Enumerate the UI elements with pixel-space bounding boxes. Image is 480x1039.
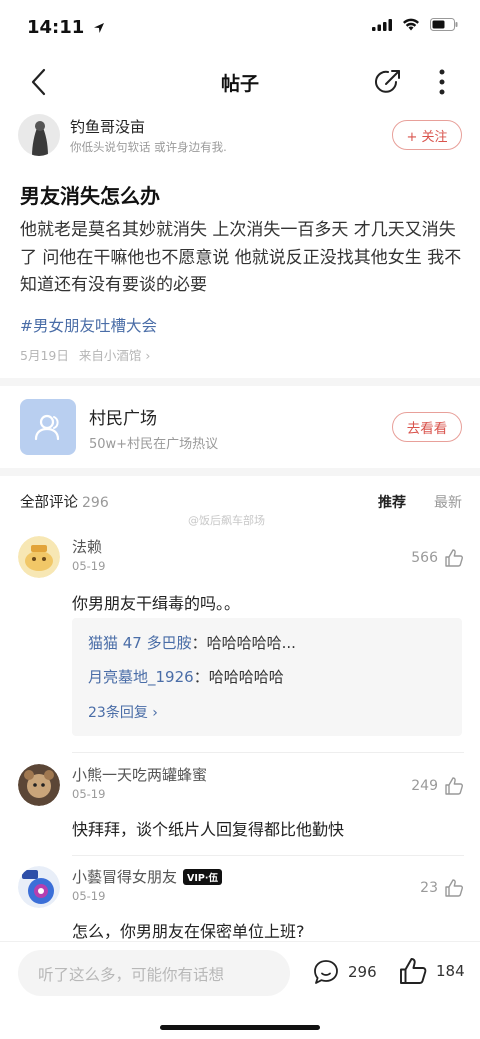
author-name[interactable]: 钓鱼哥没亩 <box>70 116 145 137</box>
commenter-name[interactable]: 小熊一天吃两罐蜂蜜 <box>72 764 207 785</box>
follow-button[interactable]: + 关注 <box>392 120 462 150</box>
status-bar: 14:11 <box>0 0 480 54</box>
post-author: 钓鱼哥没亩 你低头说句软话 或许身边有我. + 关注 <box>18 114 462 160</box>
nav-bar: 帖子 <box>0 54 480 110</box>
comment-divider <box>72 752 464 753</box>
comment-like-button[interactable]: 23 <box>420 878 464 898</box>
comment-text: 你男朋友干缉毒的吗。。 <box>72 594 241 613</box>
author-avatar-image <box>18 114 60 156</box>
comment-input-placeholder: 听了这么多，可能你有话想 <box>38 966 225 984</box>
like-button[interactable]: 184 <box>398 956 465 986</box>
section-divider <box>0 468 480 476</box>
watermark: @饭后飙车部场 <box>188 514 265 527</box>
status-time: 14:11 <box>27 17 105 38</box>
commenter-name-text: 法赖 <box>72 538 103 556</box>
comment-button[interactable]: 296 <box>312 958 377 986</box>
comment-input[interactable]: 听了这么多，可能你有话想 <box>18 950 290 996</box>
commenter-name[interactable]: 法赖 <box>72 536 102 557</box>
reply-user[interactable]: 月亮墓地_1926 <box>88 668 194 686</box>
avatar[interactable] <box>18 114 60 156</box>
thumbs-up-icon <box>400 958 427 984</box>
village-card[interactable]: 村民广场 50w+村民在广场热议 去看看 <box>0 392 480 464</box>
comment-text: 快拜拜，谈个纸片人回复得都比他勤快 <box>72 820 345 839</box>
sort-latest-tab[interactable]: 最新 <box>434 492 462 512</box>
village-name: 村民广场 <box>89 409 157 429</box>
location-arrow-icon <box>93 23 104 33</box>
reply-text: 哈哈哈哈哈... <box>206 634 296 652</box>
status-indicators <box>372 18 458 31</box>
reply-text: 哈哈哈哈哈 <box>208 668 284 686</box>
reply-separator: ： <box>191 634 207 652</box>
comment-item: 小熊一天吃两罐蜂蜜 05-19 249 快拜拜，谈个纸片人回复得都比他勤快 <box>18 764 464 844</box>
village-go-button[interactable]: 去看看 <box>392 412 462 442</box>
post-body: 他就老是莫名其妙就消失 上次消失一百多天 才几天又消失了 问他在干嘛他也不愿意说… <box>20 220 462 295</box>
village-icon <box>20 399 76 455</box>
comment-date: 05-19 <box>72 889 106 903</box>
more-replies-link[interactable]: 23条回复 › <box>88 702 158 722</box>
like-count: 184 <box>436 962 465 980</box>
comment-date: 05-19 <box>72 559 106 573</box>
share-button[interactable] <box>370 64 406 100</box>
reply-preview-box[interactable]: 猫猫 47 多巴胺：哈哈哈哈哈... 月亮墓地_1926：哈哈哈哈哈 23条回复… <box>72 618 462 736</box>
village-subtitle: 50w+村民在广场热议 <box>89 437 219 452</box>
vip-badge: VIP·伍 <box>183 868 222 885</box>
commenter-name[interactable]: 小藝冒得女朋友 VIP·伍 <box>72 866 222 887</box>
comment-like-count: 23 <box>420 880 438 896</box>
comment-divider <box>72 855 464 856</box>
status-time-text: 14:11 <box>27 17 85 38</box>
sort-recommended-tab[interactable]: 推荐 <box>378 492 406 512</box>
commenter-name-text: 小藝冒得女朋友 <box>72 868 178 886</box>
commenter-name-text: 小熊一天吃两罐蜂蜜 <box>72 766 208 784</box>
wifi-icon <box>403 18 419 31</box>
battery-icon <box>430 18 458 31</box>
section-divider <box>0 378 480 386</box>
avatar[interactable] <box>18 764 60 806</box>
comment-bubble-icon <box>314 960 338 984</box>
comment-item: 小藝冒得女朋友 VIP·伍 05-19 23 怎么，你男朋友在保密单位上班? <box>18 866 464 942</box>
comment-like-button[interactable]: 566 <box>411 548 464 568</box>
comments-label: 全部评论 <box>20 495 78 511</box>
comment-count: 296 <box>348 963 377 981</box>
avatar[interactable] <box>18 866 60 908</box>
comments-count: 296 <box>82 495 109 511</box>
post-title: 男友消失怎么办 <box>20 184 160 208</box>
thumbs-up-icon <box>445 549 463 567</box>
comment-item: 法赖 05-19 566 你男朋友干缉毒的吗。。 猫猫 47 多巴胺：哈哈哈哈哈… <box>18 536 464 742</box>
more-button[interactable] <box>424 64 460 100</box>
bottom-bar: 听了这么多，可能你有话想 296 184 <box>0 941 480 1039</box>
reply-item: 月亮墓地_1926：哈哈哈哈哈 <box>88 666 284 687</box>
commenter-avatar-image <box>18 866 60 908</box>
thumbs-up-icon <box>445 777 463 795</box>
more-vertical-icon <box>439 69 445 95</box>
share-icon <box>375 70 400 93</box>
post-source[interactable]: 来自小酒馆 › <box>79 345 150 364</box>
avatar[interactable] <box>18 536 60 578</box>
post-tag[interactable]: #男女朋友吐槽大会 <box>20 314 157 336</box>
commenter-avatar-image <box>18 764 60 806</box>
reply-separator: ： <box>193 668 209 686</box>
post-meta: 5月19日 来自小酒馆 › <box>20 345 150 364</box>
thumbs-up-icon <box>445 879 463 897</box>
author-signature: 你低头说句软话 或许身边有我. <box>70 140 227 154</box>
comment-like-count: 249 <box>411 778 438 794</box>
post-date: 5月19日 <box>20 348 69 363</box>
comment-like-button[interactable]: 249 <box>411 776 464 796</box>
home-indicator <box>160 1025 320 1030</box>
people-icon <box>34 414 60 441</box>
reply-item: 猫猫 47 多巴胺：哈哈哈哈哈... <box>88 632 296 653</box>
comment-like-count: 566 <box>411 550 438 566</box>
reply-user[interactable]: 猫猫 47 多巴胺 <box>88 634 192 652</box>
page-title: 帖子 <box>220 73 259 95</box>
comment-date: 05-19 <box>72 787 106 801</box>
comment-text: 怎么，你男朋友在保密单位上班? <box>72 922 305 941</box>
cellular-signal-icon <box>372 18 392 31</box>
commenter-avatar-image <box>18 536 60 578</box>
